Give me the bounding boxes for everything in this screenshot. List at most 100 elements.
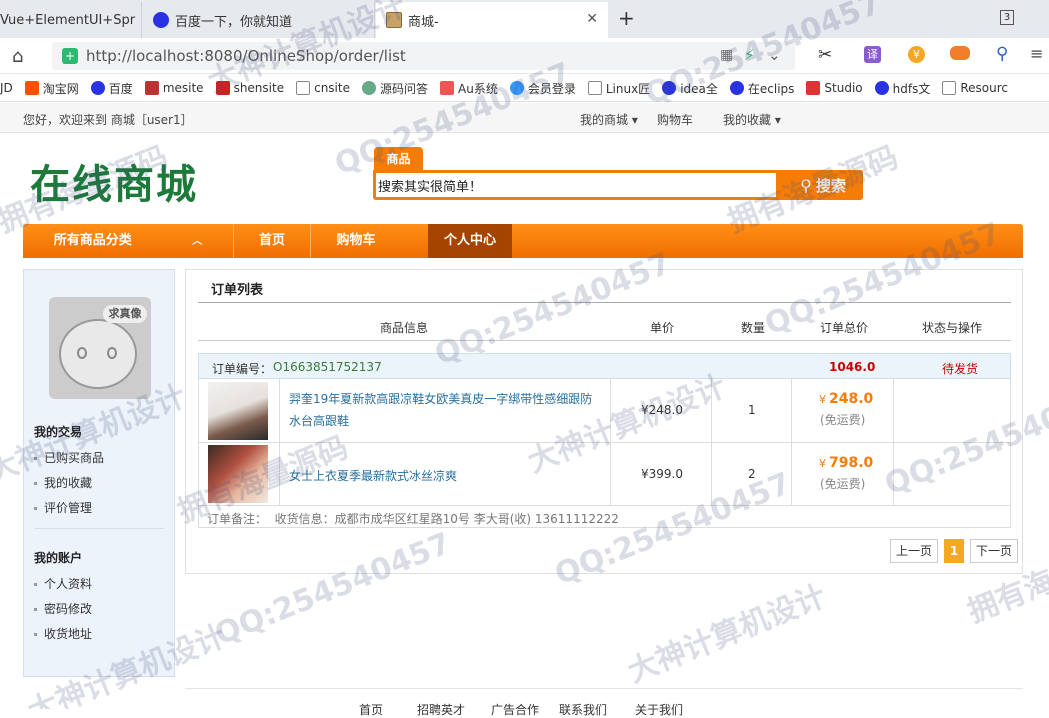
product-name-link[interactable]: 羿奎19年夏新款高跟凉鞋女欧美真皮一字绑带性感细跟防水台高跟鞋 [289,388,604,432]
cell-divider [279,379,280,443]
bookmarks-bar: JD 淘宝网 百度 mesite shensite cnsite 源码问答 Au… [0,75,1049,102]
footer-link[interactable]: 招聘英才 [417,701,465,718]
nav-user-center[interactable]: 个人中心 [428,224,512,258]
bookmark-jd[interactable]: JD [0,81,13,95]
cell-divider [791,443,792,506]
product-image-blouse[interactable] [208,445,268,503]
currency-symbol: ¥ [819,457,826,470]
bookmark-studio[interactable]: Studio [806,81,863,95]
translate-icon[interactable]: 译 [864,46,881,63]
close-tab-icon[interactable]: ✕ [586,11,598,27]
home-icon[interactable]: ⌂ [12,46,23,67]
sidebar-item-address[interactable]: 收货地址 [34,625,92,642]
sidebar-item-password[interactable]: 密码修改 [34,600,92,617]
bookmark-eclipse[interactable]: 在eclips [729,80,795,97]
search-icon[interactable]: ⚲ [996,44,1008,64]
sidebar-item-purchased[interactable]: 已购买商品 [34,449,104,466]
page-icon [296,81,311,95]
bookmark-member[interactable]: 会员登录 [509,80,576,97]
new-tab-button[interactable]: + [618,6,635,30]
page-1-button[interactable]: 1 [944,539,964,563]
footer-link[interactable]: 广告合作 [491,701,539,718]
bookmark-label: Au系统 [458,81,498,96]
nav-label: 所有商品分类 [53,233,132,248]
bookmark-label: 会员登录 [527,81,576,96]
site-icon [361,81,376,95]
cart-link[interactable]: 购物车 [657,111,693,128]
order-status[interactable]: 待发货 [942,360,978,377]
bookmark-label: 在eclips [747,81,795,96]
tab-title: 百度一下，你就知道 [175,14,293,30]
page-title: 订单列表 [211,283,264,298]
quantity: 2 [748,467,756,481]
search-button-label: 搜索 [815,176,846,195]
site-icon [806,81,821,95]
baidu-paw-icon [153,12,169,28]
bookmark-hdfs[interactable]: hdfs文 [874,80,931,97]
nav-home[interactable]: 首页 [234,224,310,258]
qr-code-icon[interactable]: ▦ [720,47,733,63]
site-logo[interactable]: 在线商城 [30,152,198,210]
bookmark-baidu[interactable]: 百度 [90,80,133,97]
search-input[interactable] [376,173,776,197]
product-image-shoes[interactable] [208,382,268,440]
bookmark-cnsite[interactable]: cnsite [296,81,350,95]
cell-divider [711,379,712,443]
bookmark-label: cnsite [314,81,350,95]
tab-baidu[interactable]: 百度一下，你就知道 [143,2,375,38]
bookmark-label: 源码问答 [379,81,428,96]
url-text[interactable]: http://localhost:8080/OnlineShop/order/l… [86,47,406,65]
search-tab-goods[interactable]: 商品 [374,147,423,171]
my-shop-link[interactable]: 我的商城 ▾ [580,111,638,128]
menu-icon[interactable]: ≡ [1030,44,1043,63]
bookmark-label: 百度 [108,81,133,96]
lightning-icon[interactable]: ⚡ [744,46,755,64]
page-icon [942,81,957,95]
footer-link[interactable]: 联系我们 [559,701,607,718]
bookmark-idea[interactable]: idea全 [662,80,718,97]
order-header-row: 订单编号： O1663851752137 1046.0 待发货 [198,353,1011,379]
sidebar-title-account: 我的账户 [34,551,83,565]
baidu-paw-icon [729,81,744,95]
sidebar-item-favorites[interactable]: 我的收藏 [34,474,92,491]
scissors-icon[interactable]: ✂ [818,45,832,65]
bookmark-yuanma[interactable]: 源码问答 [361,80,428,97]
bookmark-label: Resourc [960,81,1009,95]
item-total: 248.0 [829,391,874,407]
tab-shop[interactable]: 商城- ✕ [376,2,608,38]
bookmark-linux[interactable]: Linux匠 [587,80,650,97]
tab-count-badge[interactable]: 3 [1000,10,1014,25]
sidebar-item-profile[interactable]: 个人资料 [34,575,92,592]
bookmark-au[interactable]: Au系统 [440,80,498,97]
watermark-text: 大神计算机设计 [622,578,831,690]
avatar[interactable]: 求真像 [49,297,151,399]
nav-all-categories[interactable]: 所有商品分类 ︿ [23,224,233,258]
url-box[interactable]: + http://localhost:8080/OnlineShop/order… [52,42,795,70]
tab-vue[interactable]: Vue+ElementUI+Spr [0,2,142,38]
sidebar-title-trade: 我的交易 [34,425,83,439]
favorites-link[interactable]: 我的收藏 ▾ [723,111,781,128]
coupon-icon[interactable]: ¥ [908,46,925,63]
footer-link[interactable]: 首页 [359,701,383,718]
currency-symbol: ¥ [819,393,826,406]
bookmark-shensite[interactable]: shensite [215,81,284,95]
quantity: 1 [748,403,756,417]
bookmark-resource[interactable]: Resourc [942,81,1008,95]
product-name-link[interactable]: 女士上衣夏季最新款式冰丝凉爽 [289,467,457,484]
chevron-down-icon[interactable]: ⌄ [768,46,781,64]
browser-tab-bar: Vue+ElementUI+Spr 百度一下，你就知道 商城- ✕ + 3 [0,0,1049,38]
sidebar-item-reviews[interactable]: 评价管理 [34,499,92,516]
footer-link[interactable]: 关于我们 [635,701,683,718]
shipping-note: (免运费) [820,413,866,427]
bookmark-label: hdfs文 [892,81,931,96]
cell-divider [711,443,712,506]
bookmark-taobao[interactable]: 淘宝网 [24,80,79,97]
game-controller-icon[interactable] [950,46,970,60]
next-page-button[interactable]: 下一页 [970,539,1018,563]
cell-divider [893,379,894,443]
site-icon [509,81,524,95]
prev-page-button[interactable]: 上一页 [890,539,938,563]
search-button[interactable]: ⚲ 搜索 [783,170,863,200]
nav-cart[interactable]: 购物车 [311,224,401,258]
bookmark-mesite[interactable]: mesite [144,81,204,95]
